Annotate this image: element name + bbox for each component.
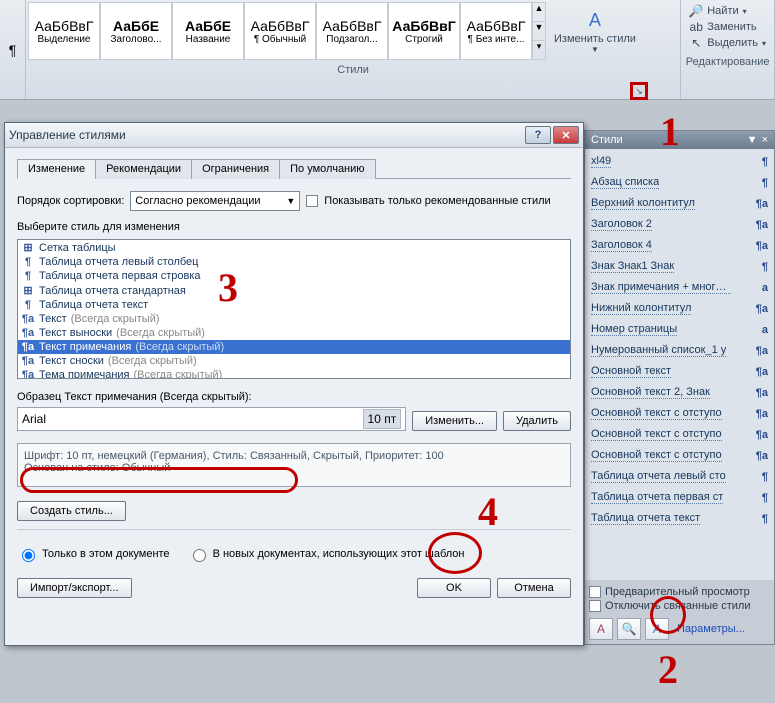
style-item[interactable]: АаБбЕНазвание — [172, 2, 244, 60]
create-style-button[interactable]: Создать стиль... — [17, 501, 126, 521]
style-row[interactable]: Нумерованный список_1 у¶a — [585, 340, 774, 361]
style-row[interactable]: xl49¶ — [585, 151, 774, 172]
style-row[interactable]: Основной текст с отступо¶a — [585, 424, 774, 445]
style-inspector-button[interactable]: 🔍 — [617, 618, 641, 640]
ok-button[interactable]: OK — [417, 578, 491, 598]
modify-button[interactable]: Изменить... — [412, 411, 497, 431]
sort-label: Порядок сортировки: — [17, 195, 124, 207]
list-item[interactable]: ¶aТема примечания (Всегда скрытый) — [18, 368, 570, 379]
dialog-title-bar[interactable]: Управление стилями ? ✕ — [5, 123, 583, 148]
style-item[interactable]: АаБбЕЗаголово... — [100, 2, 172, 60]
list-item[interactable]: ¶aТекст примечания (Всегда скрытый) — [18, 340, 570, 354]
annotation-2: 2 — [658, 646, 678, 693]
list-item[interactable]: ¶Таблица отчета текст — [18, 298, 570, 312]
list-item[interactable]: ⊞Таблица отчета стандартная — [18, 283, 570, 298]
tab-defaults[interactable]: По умолчанию — [279, 159, 375, 179]
a-check-icon: A — [653, 622, 661, 636]
change-styles-button[interactable]: A Изменить стили ▼ — [546, 7, 644, 56]
style-row[interactable]: Заголовок 2¶a — [585, 214, 774, 235]
import-export-button[interactable]: Импорт/экспорт... — [17, 578, 132, 598]
replace-button[interactable]: abЗаменить — [689, 20, 766, 34]
style-row[interactable]: Номер страницыa — [585, 319, 774, 340]
choose-style-label: Выберите стиль для изменения — [17, 221, 571, 233]
style-gallery[interactable]: АаБбВвГВыделение АаБбЕЗаголово... АаБбЕН… — [28, 2, 532, 60]
radio-this-document[interactable]: Только в этом документе — [17, 546, 170, 562]
list-item[interactable]: ¶aТекст сноски (Всегда скрытый) — [18, 354, 570, 368]
options-link[interactable]: Параметры... — [677, 623, 745, 635]
show-recommended-label: Показывать только рекомендованные стили — [324, 195, 550, 207]
styles-group-label: Стили — [28, 60, 678, 76]
style-listbox[interactable]: ⊞Сетка таблицы¶Таблица отчета левый стол… — [17, 239, 571, 379]
sample-preview: Arial 10 пт — [17, 407, 406, 431]
style-row[interactable]: Абзац списка¶ — [585, 172, 774, 193]
ribbon: ¶ АаБбВвГВыделение АаБбЕЗаголово... АаБб… — [0, 0, 775, 100]
find-button[interactable]: 🔎Найти▾ — [689, 4, 766, 18]
style-row[interactable]: Основной текст¶a — [585, 361, 774, 382]
style-item[interactable]: АаБбВвГ¶ Обычный — [244, 2, 316, 60]
style-row[interactable]: Верхний колонтитул¶a — [585, 193, 774, 214]
style-row[interactable]: Знак Знак1 Знак¶ — [585, 256, 774, 277]
pilcrow-icon[interactable]: ¶ — [9, 42, 17, 58]
style-row[interactable]: Таблица отчета текст¶ — [585, 508, 774, 529]
list-item[interactable]: ¶Таблица отчета левый столбец — [18, 255, 570, 269]
pane-title-bar: Стили ▼ × — [585, 131, 774, 149]
style-item[interactable]: АаБбВвГВыделение — [28, 2, 100, 60]
manage-styles-dialog: Управление стилями ? ✕ Изменение Рекомен… — [4, 122, 584, 646]
editing-group: 🔎Найти▾ abЗаменить ↖Выделить▾ Редактиров… — [681, 0, 775, 99]
change-styles-icon: A — [583, 9, 607, 33]
dialog-tabs: Изменение Рекомендации Ограничения По ум… — [17, 158, 571, 179]
replace-icon: ab — [689, 20, 703, 34]
sort-select[interactable]: Согласно рекомендации▼ — [130, 191, 300, 211]
style-row[interactable]: Нижний колонтитул¶a — [585, 298, 774, 319]
style-row[interactable]: Таблица отчета первая ст¶ — [585, 487, 774, 508]
chevron-down-icon: ▼ — [286, 196, 295, 206]
list-item[interactable]: ¶Таблица отчета первая стровка — [18, 269, 570, 283]
close-icon[interactable]: × — [762, 134, 768, 146]
show-recommended-checkbox[interactable] — [306, 195, 318, 207]
styles-pane: Стили ▼ × xl49¶Абзац списка¶Верхний коло… — [584, 130, 775, 645]
select-button[interactable]: ↖Выделить▾ — [689, 36, 766, 50]
radio-new-documents[interactable]: В новых документах, использующих этот ша… — [188, 546, 465, 562]
style-row[interactable]: Основной текст с отступо¶a — [585, 445, 774, 466]
styles-list[interactable]: xl49¶Абзац списка¶Верхний колонтитул¶aЗа… — [585, 149, 774, 580]
style-item[interactable]: АаБбВвГСтрогий — [388, 2, 460, 60]
style-row[interactable]: Заголовок 4¶a — [585, 235, 774, 256]
styles-dialog-launcher[interactable]: ↘ — [632, 84, 646, 98]
style-row[interactable]: Основной текст 2, Знак¶a — [585, 382, 774, 403]
close-button[interactable]: ✕ — [553, 126, 579, 144]
chevron-down-icon[interactable]: ▼ — [747, 134, 758, 146]
new-style-button[interactable]: A — [589, 618, 613, 640]
pane-footer: Предварительный просмотр Отключить связа… — [585, 580, 774, 644]
styles-group: АаБбВвГВыделение АаБбЕЗаголово... АаБбЕН… — [26, 0, 681, 99]
list-item[interactable]: ¶aТекст (Всегда скрытый) — [18, 312, 570, 326]
help-button[interactable]: ? — [525, 126, 551, 144]
ribbon-small-col: ¶ — [0, 0, 26, 99]
style-row[interactable]: Таблица отчета левый сто¶ — [585, 466, 774, 487]
editing-group-label: Редактирование — [683, 52, 772, 68]
binoculars-icon: 🔎 — [689, 4, 703, 18]
style-item[interactable]: АаБбВвГ¶ Без инте... — [460, 2, 532, 60]
style-item[interactable]: АаБбВвГПодзагол... — [316, 2, 388, 60]
style-info-box: Шрифт: 10 пт, немецкий (Германия), Стиль… — [17, 443, 571, 487]
preview-checkbox[interactable]: Предварительный просмотр — [589, 586, 770, 598]
tab-restrictions[interactable]: Ограничения — [191, 159, 280, 179]
delete-button[interactable]: Удалить — [503, 411, 571, 431]
gallery-spinner[interactable]: ▲ ▼ ▾ — [532, 2, 546, 60]
style-row[interactable]: Основной текст с отступо¶a — [585, 403, 774, 424]
cursor-icon: ↖ — [689, 36, 703, 50]
style-row[interactable]: Знак примечания + многоуровневый, Слева:… — [585, 277, 774, 298]
inspector-icon: 🔍 — [622, 622, 637, 636]
list-item[interactable]: ⊞Сетка таблицы — [18, 240, 570, 255]
tab-recommendations[interactable]: Рекомендации — [95, 159, 192, 179]
manage-styles-button[interactable]: A — [645, 618, 669, 640]
cancel-button[interactable]: Отмена — [497, 578, 571, 598]
sample-label: Образец Текст примечания (Всегда скрытый… — [17, 391, 571, 403]
list-item[interactable]: ¶aТекст выноски (Всегда скрытый) — [18, 326, 570, 340]
tab-change[interactable]: Изменение — [17, 159, 96, 179]
a-colors-icon: A — [597, 622, 605, 636]
disable-linked-checkbox[interactable]: Отключить связанные стили — [589, 600, 770, 612]
